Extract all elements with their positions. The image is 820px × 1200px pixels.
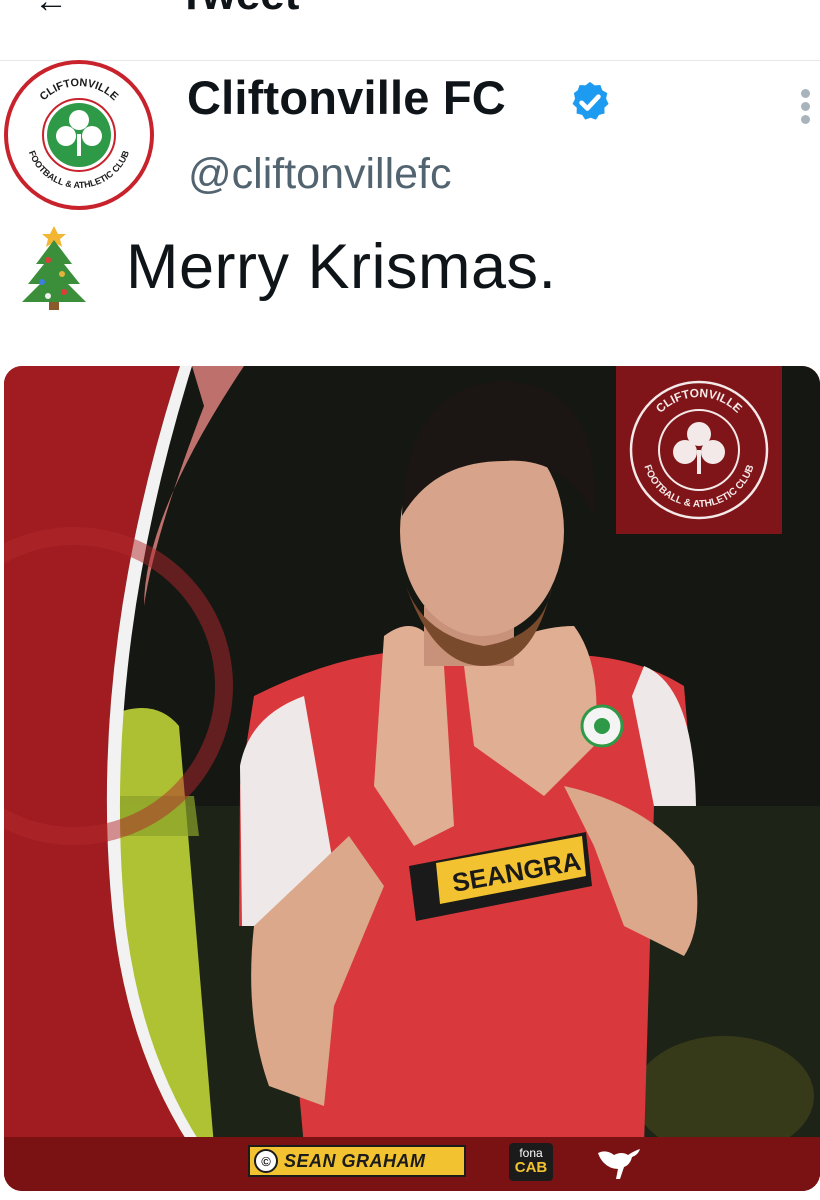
arrow-left-icon[interactable]: ← <box>34 0 68 21</box>
fona-cab-logo: fona CAB <box>509 1143 553 1181</box>
author-handle[interactable]: @cliftonvillefc <box>188 150 452 199</box>
author-name[interactable]: Cliftonville FC <box>187 70 506 125</box>
verified-badge-icon <box>572 81 609 120</box>
tweet-text: Merry Krismas. <box>126 232 557 302</box>
copyright-icon: © <box>254 1149 278 1173</box>
tweet-media-image[interactable]: SEANGRA CLIFTONVILLE FOOTBALL & ATHLETIC… <box>4 366 820 1191</box>
club-crest-icon: CLIFTONVILLE FOOTBALL & ATHLETIC CLUB <box>13 69 145 201</box>
fona-label: fona <box>519 1146 543 1160</box>
tweet-text-row: Merry Krismas. <box>18 222 557 312</box>
more-options-icon[interactable] <box>795 86 815 126</box>
club-crest-icon: CLIFTONVILLE FOOTBALL & ATHLETIC CLUB <box>629 380 769 520</box>
avatar[interactable]: CLIFTONVILLE FOOTBALL & ATHLETIC CLUB <box>4 60 154 210</box>
puma-logo-icon <box>598 1149 640 1179</box>
sean-graham-label: SEAN GRAHAM <box>284 1150 426 1171</box>
sean-graham-logo: © SEAN GRAHAM <box>248 1145 466 1177</box>
cab-label: CAB <box>514 1159 548 1176</box>
crest-box: CLIFTONVILLE FOOTBALL & ATHLETIC CLUB <box>616 366 782 534</box>
sponsor-bar: © SEAN GRAHAM fona CAB <box>4 1137 820 1191</box>
christmas-tree-icon <box>22 226 86 310</box>
top-bar: ← Tweet <box>0 0 820 61</box>
page-title: Tweet <box>178 0 299 20</box>
